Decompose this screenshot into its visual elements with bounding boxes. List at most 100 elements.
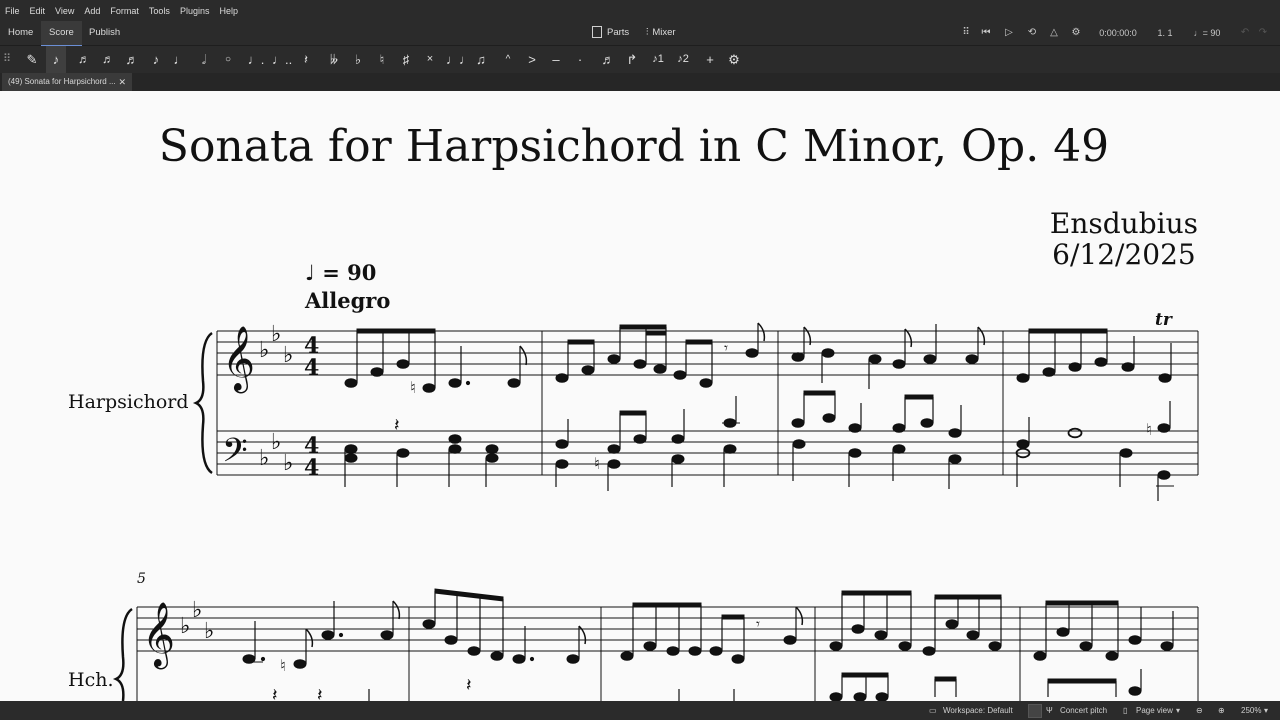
measure-8-treble[interactable] — [829, 590, 1002, 656]
chevron-down-icon[interactable]: ▾ — [1176, 701, 1180, 720]
eighth-note-icon[interactable]: ♪ — [146, 46, 166, 73]
rest-icon[interactable]: 𝄽 — [296, 46, 316, 73]
concert-pitch-checkbox[interactable] — [1028, 704, 1042, 718]
measure-3-bass[interactable] — [791, 390, 962, 489]
beam — [356, 328, 436, 334]
zoom-in-icon[interactable]: ⊕ — [1218, 701, 1225, 720]
tab-publish[interactable]: Publish — [81, 21, 128, 45]
svg-text:♭: ♭ — [259, 338, 269, 363]
zoom-out-icon[interactable]: ⊖ — [1196, 701, 1203, 720]
measure-2-bass[interactable]: ♮ — [555, 396, 740, 491]
quarter-note-icon[interactable]: ♩ — [170, 46, 190, 73]
natural-icon[interactable]: ♮ — [372, 46, 392, 73]
slur-icon[interactable]: ♫ — [471, 46, 491, 73]
toolbar-settings-icon[interactable]: ⚙ — [724, 46, 744, 73]
mixer-icon: ⫶ — [646, 27, 649, 38]
music-notation: 𝄞 𝄢 𝄞 ♭♭♭ ♭♭♭ ♭♭♭ 4 4 4 4 tr ♮ 𝄽 𝄾 ♮ ♮ ♮… — [112, 310, 1199, 701]
svg-text:♭: ♭ — [180, 614, 190, 639]
measure-1-treble[interactable]: ♮ — [344, 328, 528, 397]
playback-settings-icon[interactable]: ⚙ — [1068, 21, 1084, 45]
accent-icon[interactable]: > — [522, 46, 542, 73]
measure-4-bass[interactable]: ♮ — [1015, 401, 1175, 501]
svg-text:♮: ♮ — [1146, 420, 1152, 439]
workspace-icon: ▭ — [929, 706, 937, 715]
measure-6-treble[interactable] — [422, 588, 587, 664]
double-sharp-icon[interactable]: × — [420, 46, 440, 73]
voice-2-icon[interactable]: ♪2 — [673, 46, 693, 73]
staccato-icon[interactable]: · — [570, 46, 590, 73]
tempo-display: ♩= 90 — [1190, 21, 1224, 45]
measure-2-treble[interactable]: 𝄾 — [555, 322, 766, 388]
add-icon[interactable]: + — [700, 46, 720, 73]
sharp-icon[interactable]: ♯ — [396, 46, 416, 73]
chevron-down-icon[interactable]: ▾ — [1264, 701, 1268, 720]
menu-add[interactable]: Add — [79, 6, 105, 16]
close-icon[interactable]: ✕ — [118, 73, 126, 91]
voice-1-icon[interactable]: ♪1 — [648, 46, 668, 73]
toolbar-handle-icon[interactable]: ⠿ — [0, 46, 14, 73]
mixer-button[interactable]: ⫶ Mixer — [646, 21, 676, 45]
rewind-icon[interactable]: ⏮ — [978, 21, 994, 45]
menu-edit[interactable]: Edit — [25, 6, 51, 16]
parts-button[interactable]: Parts — [592, 21, 629, 45]
view-mode-selector[interactable]: Page view — [1136, 701, 1173, 720]
augmentation-dot-icon[interactable]: ♩. — [246, 46, 266, 73]
system-2-bass-partial[interactable]: 𝄽 𝄽 𝄽 — [272, 669, 1142, 701]
tuning-fork-icon: Ψ — [1046, 706, 1053, 715]
svg-text:𝄾: 𝄾 — [724, 339, 728, 357]
document-tab[interactable]: (49) Sonata for Harpsichord ... ✕ — [2, 73, 132, 91]
bass-clef: 𝄢 — [222, 432, 248, 478]
note — [422, 383, 436, 393]
svg-text:𝄾: 𝄾 — [756, 615, 760, 633]
menu-plugins[interactable]: Plugins — [175, 6, 215, 16]
flip-direction-icon[interactable]: ↱ — [622, 46, 642, 73]
note — [344, 378, 358, 388]
tuplet-icon[interactable]: ♬ — [598, 46, 618, 73]
undo-icon[interactable]: ↶ — [1238, 21, 1252, 45]
double-flat-icon[interactable]: 𝄫 — [324, 46, 344, 73]
measure-7-treble[interactable]: 𝄾 — [620, 602, 804, 664]
treble-clef: 𝄞 — [222, 326, 255, 393]
tenuto-icon[interactable]: – — [546, 46, 566, 73]
trill-ornament[interactable]: tr — [1155, 310, 1173, 330]
measure-4-treble[interactable] — [1016, 328, 1172, 383]
svg-text:♮: ♮ — [594, 454, 600, 473]
concert-pitch-label[interactable]: Concert pitch — [1060, 701, 1107, 720]
note-input-icon[interactable]: ✎ — [22, 46, 42, 73]
treble-clef: 𝄞 — [142, 602, 175, 669]
flat-icon[interactable]: ♭ — [348, 46, 368, 73]
tie-icon[interactable]: ♩♩ — [446, 46, 472, 73]
menu-help[interactable]: Help — [214, 6, 243, 16]
tab-score[interactable]: Score — [41, 21, 82, 47]
svg-text:𝄽: 𝄽 — [466, 675, 472, 696]
double-dot-icon[interactable]: ♩.. — [272, 46, 292, 73]
menu-bar: File Edit View Add Format Tools Plugins … — [0, 0, 1280, 21]
marcato-icon[interactable]: ^ — [498, 46, 518, 73]
32nd-note-icon[interactable]: ♬ — [98, 46, 118, 73]
menu-tools[interactable]: Tools — [144, 6, 175, 16]
menu-file[interactable]: File — [0, 6, 25, 16]
loop-icon[interactable]: ⟲ — [1024, 21, 1040, 45]
redo-icon[interactable]: ↷ — [1256, 21, 1270, 45]
measure-3-treble[interactable] — [791, 324, 986, 389]
measure-5-treble[interactable]: ♮ — [242, 600, 401, 675]
64th-note-icon[interactable]: ♬ — [74, 46, 94, 73]
metronome-icon[interactable]: △ — [1046, 21, 1062, 45]
whole-note-icon[interactable]: ○ — [218, 46, 238, 73]
zoom-level[interactable]: 250% — [1241, 701, 1261, 720]
play-icon[interactable]: ▷ — [1001, 21, 1017, 45]
16th-note-icon[interactable]: ♬ — [122, 46, 142, 73]
half-note-icon[interactable]: 𝅗𝅥 — [194, 46, 214, 73]
workspace-selector[interactable]: Workspace: Default — [943, 701, 1013, 720]
svg-text:♭: ♭ — [259, 446, 269, 471]
input-mode-icon[interactable]: ♪ — [46, 46, 66, 73]
brace — [192, 331, 213, 475]
menu-view[interactable]: View — [50, 6, 79, 16]
measure-1-bass[interactable]: 𝄽 — [344, 415, 499, 487]
note — [448, 378, 462, 388]
menu-format[interactable]: Format — [105, 6, 144, 16]
svg-text:♭: ♭ — [283, 451, 293, 476]
document-tab-label: (49) Sonata for Harpsichord ... — [8, 77, 116, 86]
tab-home[interactable]: Home — [0, 21, 41, 45]
drag-handle-icon[interactable]: ⠿ — [960, 21, 972, 45]
